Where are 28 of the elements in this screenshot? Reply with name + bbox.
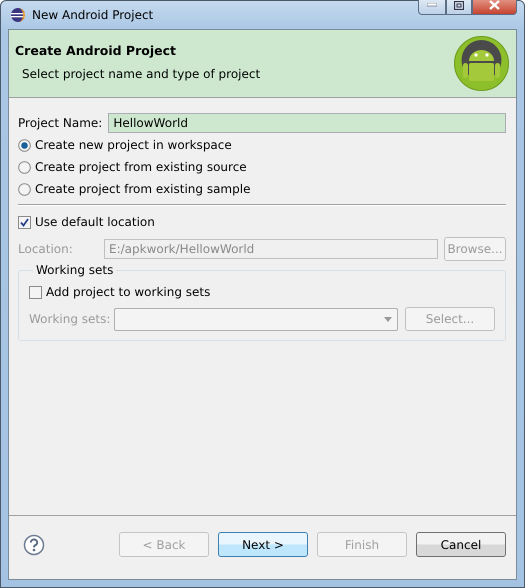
checkbox[interactable] <box>18 216 31 228</box>
page-subtitle: Select project name and type of project <box>21 66 262 80</box>
close-button[interactable] <box>472 0 517 15</box>
checkbox-label[interactable]: Use default location <box>35 215 155 229</box>
dropdown-arrow-icon <box>384 316 392 322</box>
field-label: Working sets: <box>29 312 110 326</box>
maximize-icon <box>454 0 464 10</box>
radio-label[interactable]: Create new project in workspace <box>35 138 232 152</box>
window-title: New Android Project <box>32 8 154 22</box>
radio-button[interactable] <box>18 182 31 196</box>
page-title: Create Android Project <box>15 42 177 58</box>
eclipse-icon <box>10 7 26 23</box>
wizard-button[interactable]: Cancel <box>416 532 506 557</box>
field-label: Location: <box>18 242 74 256</box>
radio-button[interactable] <box>18 160 31 174</box>
help-icon[interactable] <box>23 534 45 556</box>
radio-label[interactable]: Create project from existing source <box>35 160 247 174</box>
close-icon <box>489 0 500 10</box>
minimize-button[interactable] <box>418 0 446 15</box>
radio-label[interactable]: Create project from existing sample <box>35 182 250 196</box>
android-logo-icon <box>453 35 510 92</box>
radio-button[interactable] <box>18 138 31 152</box>
field-label: Project Name: <box>18 116 102 130</box>
group-title: Working sets <box>33 263 116 277</box>
wizard-button[interactable]: Next > <box>218 532 308 557</box>
maximize-button[interactable] <box>446 0 472 15</box>
project-name-field[interactable]: HellowWorld <box>108 113 506 133</box>
minimize-icon <box>427 3 437 7</box>
